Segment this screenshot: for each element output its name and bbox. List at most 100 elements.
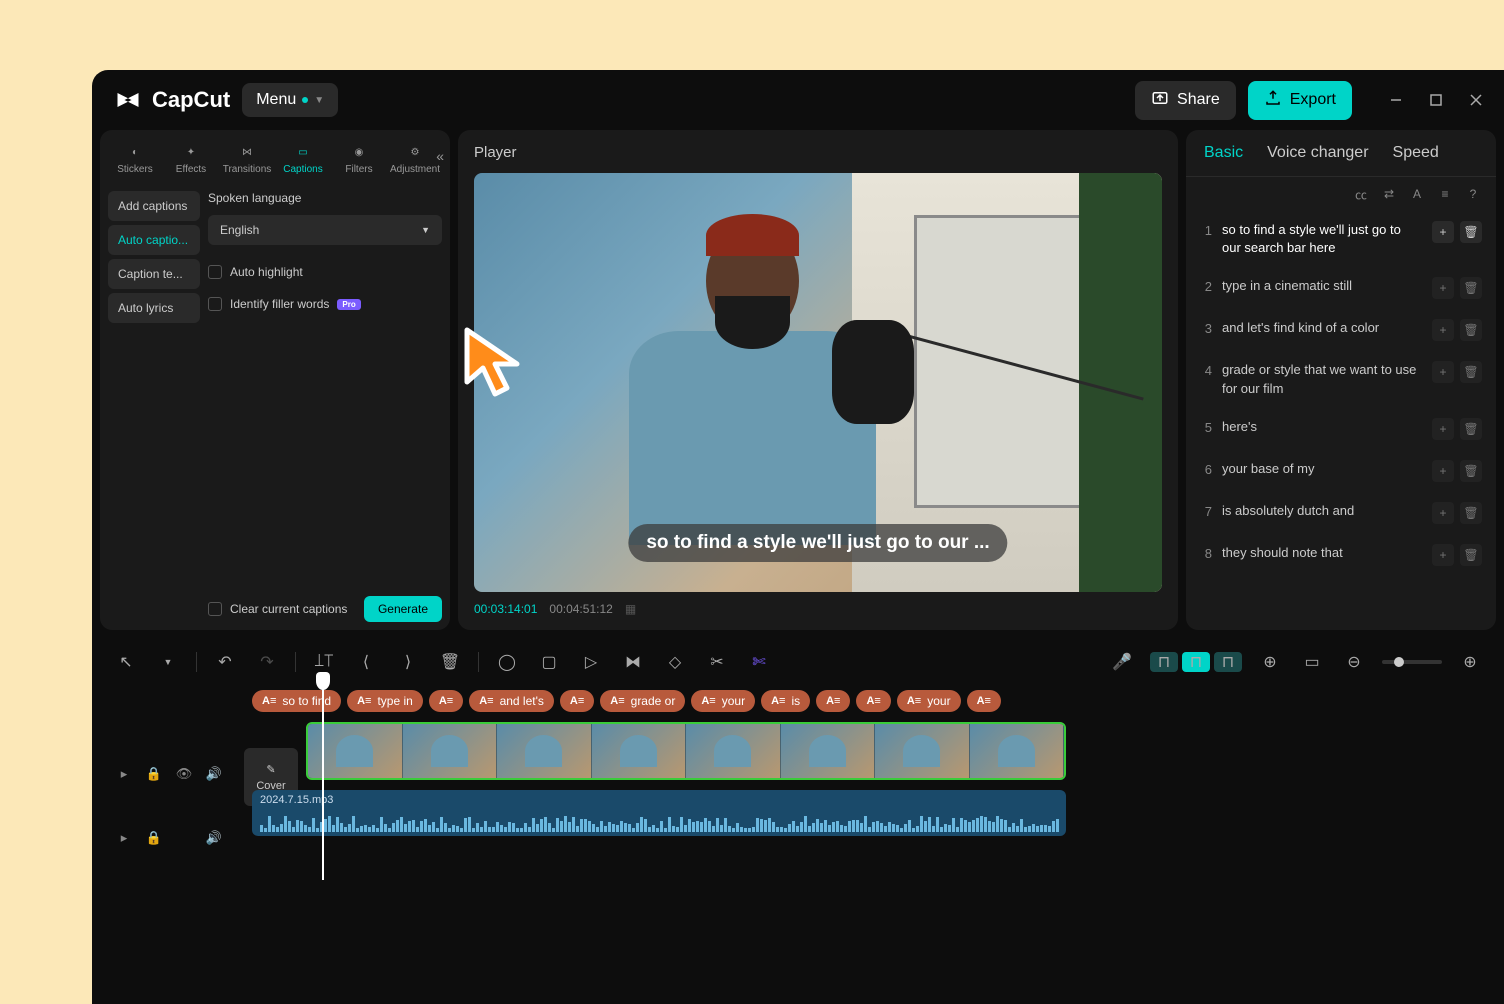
delete-segment-icon[interactable]: 🗑: [1460, 418, 1482, 440]
tool-tab-adjustment[interactable]: ⚙Adjustment: [388, 138, 442, 179]
delete-segment-icon[interactable]: 🗑: [1460, 277, 1482, 299]
caption-pill[interactable]: A≡: [560, 690, 594, 712]
caption-type-item[interactable]: Auto captio...: [108, 225, 200, 255]
add-segment-icon[interactable]: +: [1432, 319, 1454, 341]
menu-button[interactable]: Menu ▼: [242, 83, 338, 117]
segment-row[interactable]: 2type in a cinematic still+🗑: [1200, 267, 1482, 309]
caption-pill[interactable]: A≡: [856, 690, 890, 712]
mic-icon[interactable]: 🎤: [1108, 648, 1136, 676]
help-icon[interactable]: ?: [1464, 185, 1482, 203]
caption-pill[interactable]: A≡your: [691, 690, 755, 712]
add-segment-icon[interactable]: +: [1432, 544, 1454, 566]
caption-type-item[interactable]: Caption te...: [108, 259, 200, 289]
track-audio-icon[interactable]: ▸: [112, 826, 136, 850]
generate-button[interactable]: Generate: [364, 596, 442, 622]
caption-pill[interactable]: A≡grade or: [600, 690, 685, 712]
segment-row[interactable]: 4grade or style that we want to use for …: [1200, 351, 1482, 407]
caption-pill[interactable]: A≡and let's: [469, 690, 554, 712]
tool-tab-transitions[interactable]: ⋈Transitions: [220, 138, 274, 179]
sort-icon[interactable]: A: [1408, 185, 1426, 203]
delete-segment-icon[interactable]: 🗑: [1460, 319, 1482, 341]
share-button[interactable]: Share: [1135, 81, 1236, 120]
track-audio-lock-icon[interactable]: 🔒: [142, 826, 166, 850]
caption-pill[interactable]: A≡is: [761, 690, 810, 712]
identify-filler-checkbox[interactable]: [208, 297, 222, 311]
pointer-tool-icon[interactable]: ↖: [112, 648, 140, 676]
close-button[interactable]: [1468, 92, 1484, 108]
undo-icon[interactable]: ↶: [211, 648, 239, 676]
caption-pill[interactable]: A≡your: [897, 690, 961, 712]
tab-voice-changer[interactable]: Voice changer: [1267, 144, 1368, 162]
delete-segment-icon[interactable]: 🗑: [1460, 544, 1482, 566]
grid-icon[interactable]: ▦: [625, 602, 636, 616]
collapse-panel-icon[interactable]: «: [436, 148, 444, 164]
magnet-3[interactable]: ⊓: [1214, 652, 1242, 672]
auto-highlight-checkbox[interactable]: [208, 265, 222, 279]
add-segment-icon[interactable]: +: [1432, 221, 1454, 243]
play-circle-icon[interactable]: ▷: [577, 648, 605, 676]
language-select[interactable]: English ▼: [208, 215, 442, 245]
clear-captions-checkbox[interactable]: [208, 602, 222, 616]
tool-tab-filters[interactable]: ◉Filters: [332, 138, 386, 179]
track-mute-icon[interactable]: 🔊: [202, 762, 226, 786]
player-viewport[interactable]: so to find a style we'll just go to our …: [474, 173, 1162, 592]
segment-row[interactable]: 7is absolutely dutch and+🗑: [1200, 492, 1482, 534]
zoom-in-icon[interactable]: ⊕: [1456, 648, 1484, 676]
add-segment-icon[interactable]: +: [1432, 502, 1454, 524]
audio-track[interactable]: 2024.7.15.mp3: [252, 790, 1066, 836]
video-track[interactable]: [306, 722, 1066, 780]
preview-icon[interactable]: ▭: [1298, 648, 1326, 676]
cc-icon[interactable]: ㏄: [1352, 185, 1370, 203]
export-button[interactable]: Export: [1248, 81, 1352, 120]
delete-segment-icon[interactable]: 🗑: [1460, 221, 1482, 243]
track-lock-icon[interactable]: 🔒: [142, 762, 166, 786]
magnet-2[interactable]: ⊓: [1182, 652, 1210, 672]
align-icon[interactable]: ⊕: [1256, 648, 1284, 676]
minimize-button[interactable]: [1388, 92, 1404, 108]
tab-basic[interactable]: Basic: [1204, 144, 1243, 162]
trim-left-icon[interactable]: ⟨: [352, 648, 380, 676]
delete-segment-icon[interactable]: 🗑: [1460, 460, 1482, 482]
track-audio-mute-icon[interactable]: 🔊: [202, 826, 226, 850]
tab-speed[interactable]: Speed: [1393, 144, 1439, 162]
tool-tab-captions[interactable]: ▭Captions: [276, 138, 330, 179]
tool-tab-stickers[interactable]: ◐Stickers: [108, 138, 162, 179]
segment-row[interactable]: 5here's+🗑: [1200, 408, 1482, 450]
caption-pill[interactable]: A≡type in: [347, 690, 423, 712]
magnet-1[interactable]: ⊓: [1150, 652, 1178, 672]
dropdown-icon[interactable]: ▼: [154, 648, 182, 676]
add-segment-icon[interactable]: +: [1432, 418, 1454, 440]
segment-row[interactable]: 6your base of my+🗑: [1200, 450, 1482, 492]
caption-pill[interactable]: A≡: [429, 690, 463, 712]
rotate-icon[interactable]: ◇: [661, 648, 689, 676]
delete-icon[interactable]: 🗑: [436, 648, 464, 676]
caption-type-item[interactable]: Add captions: [108, 191, 200, 221]
crop-icon[interactable]: ✂: [703, 648, 731, 676]
pro-scissors-icon[interactable]: ✄: [745, 648, 773, 676]
trim-right-icon[interactable]: ⟩: [394, 648, 422, 676]
redo-icon[interactable]: ↷: [253, 648, 281, 676]
delete-segment-icon[interactable]: 🗑: [1460, 361, 1482, 383]
add-segment-icon[interactable]: +: [1432, 460, 1454, 482]
segment-row[interactable]: 3and let's find kind of a color+🗑: [1200, 309, 1482, 351]
zoom-out-icon[interactable]: ⊖: [1340, 648, 1368, 676]
maximize-button[interactable]: [1428, 92, 1444, 108]
add-segment-icon[interactable]: +: [1432, 277, 1454, 299]
caption-pill[interactable]: A≡: [967, 690, 1001, 712]
caption-pill[interactable]: A≡: [816, 690, 850, 712]
translate-icon[interactable]: ⇄: [1380, 185, 1398, 203]
shield-icon[interactable]: ◯: [493, 648, 521, 676]
playhead[interactable]: [322, 680, 324, 880]
track-video-icon[interactable]: ▸: [112, 762, 136, 786]
list-icon[interactable]: ≡: [1436, 185, 1454, 203]
segment-row[interactable]: 8they should note that+🗑: [1200, 534, 1482, 576]
add-segment-icon[interactable]: +: [1432, 361, 1454, 383]
tool-tab-effects[interactable]: ✦Effects: [164, 138, 218, 179]
caption-pill[interactable]: A≡so to find: [252, 690, 341, 712]
delete-segment-icon[interactable]: 🗑: [1460, 502, 1482, 524]
caption-type-item[interactable]: Auto lyrics: [108, 293, 200, 323]
frame-icon[interactable]: ▢: [535, 648, 563, 676]
segment-row[interactable]: 1so to find a style we'll just go to our…: [1200, 211, 1482, 267]
track-eye-icon[interactable]: 👁: [172, 762, 196, 786]
zoom-slider[interactable]: [1382, 660, 1442, 664]
